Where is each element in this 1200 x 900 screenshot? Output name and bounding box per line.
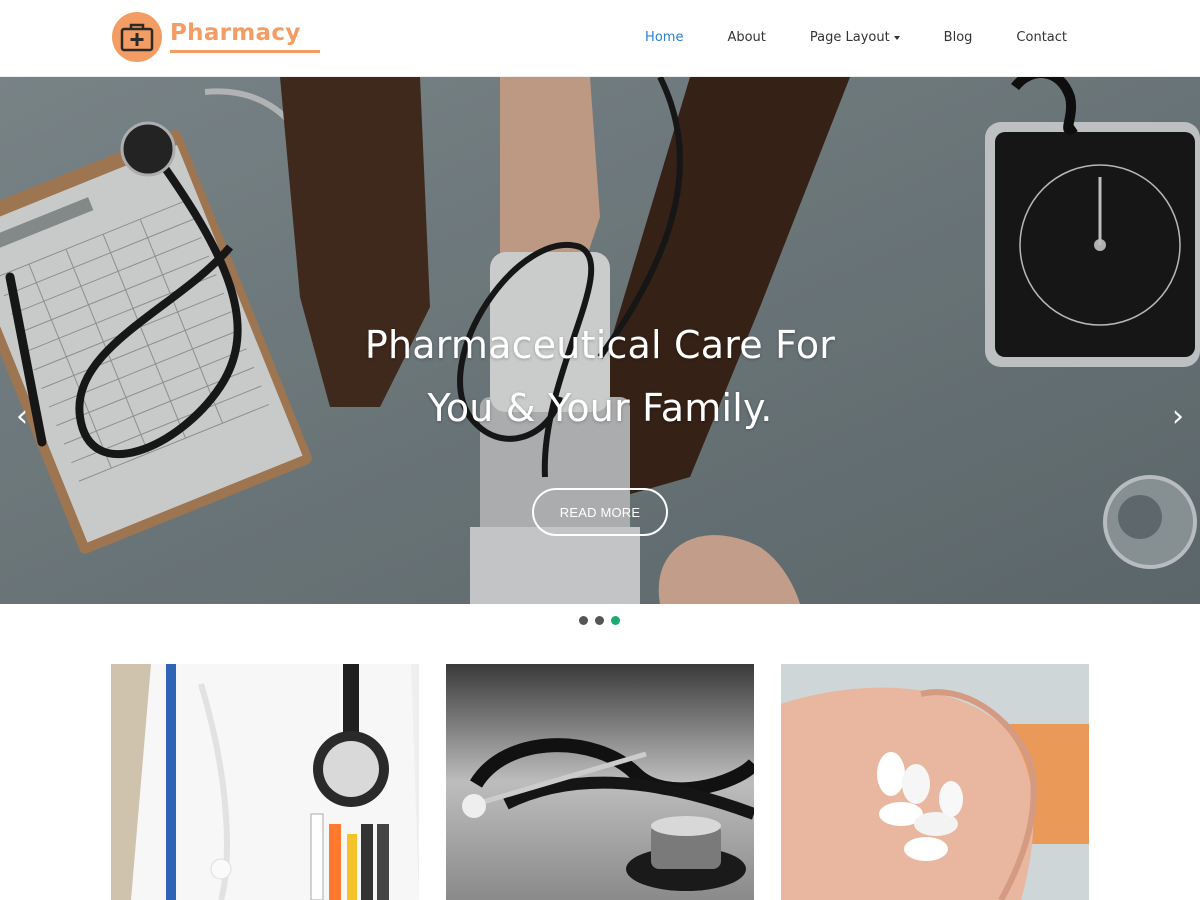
nav-blog[interactable]: Blog [944,30,973,45]
hero-slider: Pharmaceutical Care For You & Your Famil… [0,77,1200,604]
slider-indicators [579,616,627,625]
slider-dot-2[interactable] [595,616,604,625]
hero-title: Pharmaceutical Care For You & Your Famil… [0,314,1200,440]
main-nav: Home About Page Layout Blog Contact [601,30,1067,45]
nav-about[interactable]: About [727,30,765,45]
chevron-right-icon[interactable]: › [1172,402,1184,432]
site-logo[interactable]: Pharmacy [112,12,320,62]
slider-dot-1[interactable] [579,616,588,625]
feature-card-doctor[interactable] [111,664,419,900]
hero-title-line-2: You & Your Family. [427,386,773,430]
doctor-stethoscope-photo [111,664,419,900]
slider-dot-3[interactable] [611,616,620,625]
nav-page-layout[interactable]: Page Layout [810,30,900,45]
chevron-left-icon[interactable]: ‹ [16,402,28,432]
stethoscope-bw-photo [446,664,754,900]
feature-card-pills[interactable] [781,664,1089,900]
feature-card-stethoscope[interactable] [446,664,754,900]
brand-underline [170,50,320,53]
site-header: Pharmacy Home About Page Layout Blog Con… [0,0,1200,77]
hero-title-line-1: Pharmaceutical Care For [364,323,836,367]
caret-down-icon [893,35,900,40]
brand-name: Pharmacy [170,20,301,46]
nav-home[interactable]: Home [645,30,683,45]
nav-page-layout-label: Page Layout [809,30,890,45]
medical-kit-icon [112,12,162,62]
pills-in-hand-photo [781,664,1089,900]
nav-contact[interactable]: Contact [1016,30,1067,45]
read-more-button[interactable]: READ MORE [532,488,668,536]
